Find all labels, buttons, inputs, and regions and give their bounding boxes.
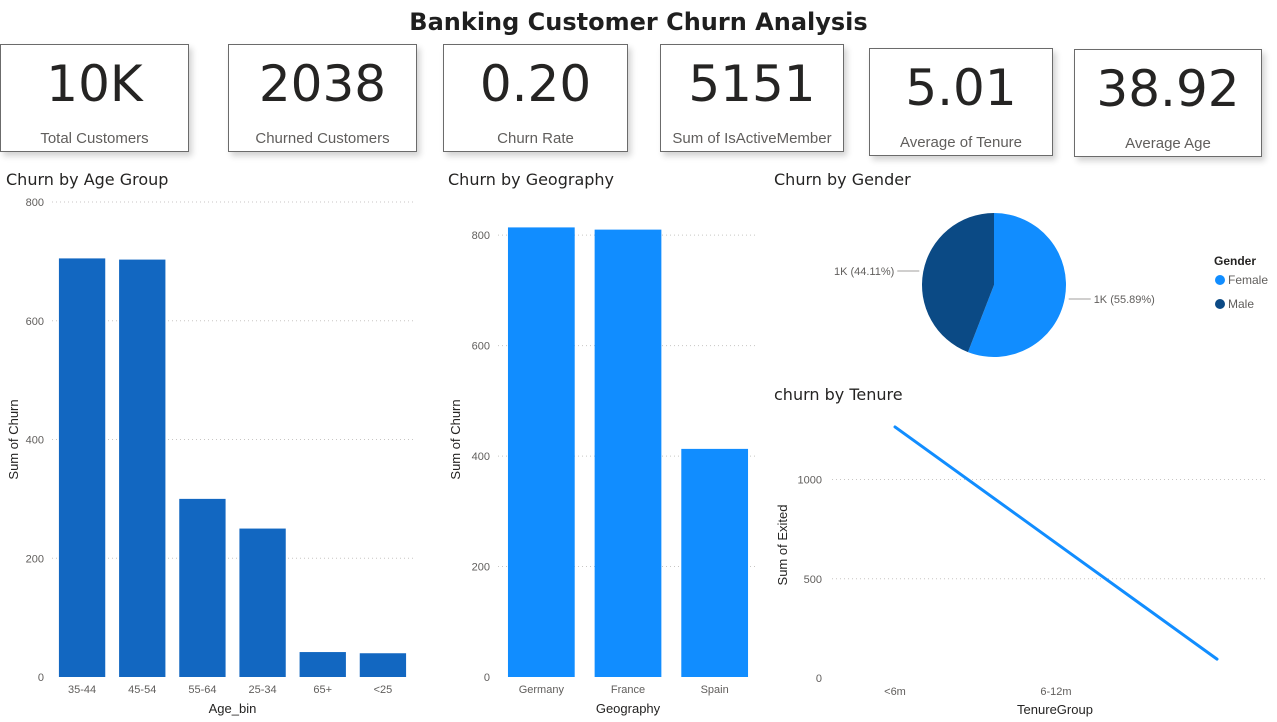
kpi-card-churn-rate[interactable]: 0.20 Churn Rate — [443, 44, 628, 152]
kpi-label: Average Age — [1125, 135, 1211, 152]
bar-55-64 — [179, 498, 226, 677]
x-tick-label: Germany — [519, 684, 565, 696]
kpi-label: Total Customers — [40, 130, 149, 147]
x-tick-label: 6-12m — [1040, 686, 1071, 698]
y-tick-label: 200 — [26, 553, 44, 565]
age-chart-title: Churn by Age Group — [6, 170, 169, 189]
kpi-label: Average of Tenure — [899, 134, 1023, 151]
x-tick-label: <25 — [374, 684, 393, 696]
kpi-card-active-members[interactable]: 5151 Sum of IsActiveMember — [660, 44, 844, 152]
tenure-chart-title: churn by Tenure — [774, 385, 903, 404]
x-tick-label: <6m — [884, 686, 906, 698]
kpi-value: 5.01 — [905, 59, 1017, 117]
age-group-bar-chart[interactable]: 0 200 400 600 800 35-44 45-54 55-64 25-34 65+ <25 A… — [0, 190, 420, 720]
kpi-label: Churn Rate — [497, 130, 574, 147]
y-axis-title: Sum of Churn — [448, 399, 463, 479]
line-series — [893, 425, 1219, 661]
x-tick-label: 45-54 — [128, 684, 156, 696]
x-tick-label: 55-64 — [188, 684, 216, 696]
tenure-line-chart[interactable]: 0 500 1000 <6m 6-12m TenureGroup Sum of Exited — [770, 405, 1275, 720]
y-axis-title: Sum of Churn — [6, 399, 21, 479]
gender-pie-chart[interactable]: 1K (55.89%) 1K (44.11%) Gender Female Male — [770, 190, 1275, 375]
kpi-card-churned-customers[interactable]: 2038 Churned Customers — [228, 44, 417, 152]
legend-label: Male — [1228, 297, 1254, 311]
bar-45-54 — [119, 259, 166, 677]
y-tick-label: 1000 — [798, 475, 822, 487]
bar-Spain — [681, 448, 749, 677]
kpi-card-total-customers[interactable]: 10K Total Customers — [0, 44, 189, 152]
y-tick-label: 600 — [26, 316, 44, 328]
geography-bar-chart[interactable]: 0 200 400 600 800 Germany France Spain Geography… — [440, 190, 760, 720]
kpi-value: 0.20 — [479, 55, 592, 113]
y-tick-label: 0 — [484, 672, 490, 684]
x-tick-label: France — [611, 684, 645, 696]
bar-France — [594, 229, 662, 677]
bar-25-34 — [239, 528, 286, 677]
x-tick-label: Spain — [701, 684, 729, 696]
x-tick-label: 65+ — [313, 684, 332, 696]
y-axis-title: Sum of Exited — [775, 505, 790, 586]
y-tick-label: 500 — [804, 574, 822, 586]
x-tick-label: 35-44 — [68, 684, 96, 696]
y-tick-label: 400 — [472, 451, 490, 463]
pie-data-label: 1K (44.11%) — [834, 266, 894, 278]
x-axis-title: Age_bin — [209, 701, 257, 716]
y-tick-label: 800 — [26, 197, 44, 209]
kpi-value: 10K — [46, 55, 143, 113]
bar-65+ — [299, 652, 346, 677]
y-tick-label: 800 — [472, 230, 490, 242]
x-axis-title: Geography — [596, 701, 661, 716]
y-tick-label: 200 — [472, 562, 490, 574]
legend-title: Gender — [1214, 254, 1256, 268]
kpi-value: 38.92 — [1096, 60, 1240, 118]
legend-label: Female — [1228, 273, 1268, 287]
bar-35-44 — [58, 258, 106, 677]
page-title: Banking Customer Churn Analysis — [409, 8, 868, 36]
pie-data-label: 1K (55.89%) — [1094, 294, 1155, 306]
kpi-value: 5151 — [688, 55, 816, 113]
kpi-card-average-age[interactable]: 38.92 Average Age — [1074, 49, 1262, 157]
y-tick-label: 0 — [816, 673, 822, 685]
kpi-value: 2038 — [258, 55, 387, 113]
kpi-card-average-tenure[interactable]: 5.01 Average of Tenure — [869, 48, 1053, 156]
y-tick-label: 600 — [472, 341, 490, 353]
x-axis-title: TenureGroup — [1017, 702, 1093, 717]
bar-<25 — [359, 653, 407, 677]
bar-Germany — [507, 227, 575, 677]
kpi-label: Sum of IsActiveMember — [672, 130, 832, 147]
gender-chart-title: Churn by Gender — [774, 170, 911, 189]
legend-marker-female — [1215, 275, 1225, 285]
y-tick-label: 0 — [38, 672, 44, 684]
legend-marker-male — [1215, 299, 1225, 309]
x-tick-label: 25-34 — [249, 684, 277, 696]
geo-chart-title: Churn by Geography — [448, 170, 615, 189]
y-tick-label: 400 — [26, 435, 44, 447]
kpi-label: Churned Customers — [255, 130, 390, 147]
